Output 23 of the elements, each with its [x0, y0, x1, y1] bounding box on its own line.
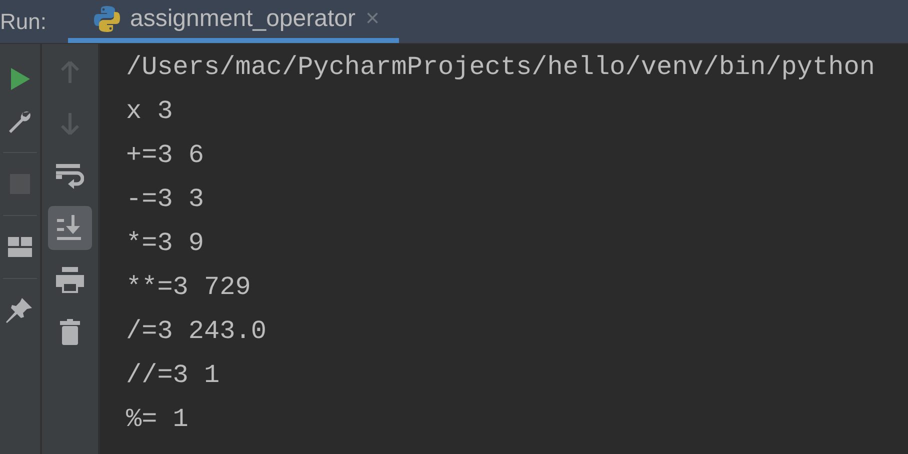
up-arrow-icon	[60, 60, 80, 84]
wrap-icon	[56, 162, 84, 190]
console-line: *=3 9	[126, 227, 206, 260]
console-line: /=3 243.0	[126, 315, 268, 348]
console-line: **=3 729	[126, 271, 252, 304]
scroll-to-end-button[interactable]	[48, 206, 92, 250]
console-line: +=3 6	[126, 139, 206, 172]
run-label: Run:	[0, 8, 48, 36]
console-line: /Users/mac/PycharmProjects/hello/venv/bin/python	[126, 51, 876, 84]
console-line: x 3	[126, 95, 174, 128]
console-line: //=3 1	[126, 359, 221, 392]
python-logo-icon	[92, 4, 122, 34]
pin-icon[interactable]	[6, 296, 34, 324]
run-icon[interactable]	[9, 67, 31, 91]
layout-icon[interactable]	[8, 237, 32, 257]
console-line: -=3 3	[126, 183, 206, 216]
tab-label: assignment_operator	[130, 4, 356, 34]
run-tab[interactable]: assignment_operator ×	[68, 0, 400, 43]
trash-icon	[60, 319, 80, 345]
down-arrow-icon	[60, 112, 80, 136]
console-line: %= 1	[126, 403, 190, 436]
scroll-to-end-icon	[57, 215, 83, 241]
printer-icon	[56, 267, 84, 293]
